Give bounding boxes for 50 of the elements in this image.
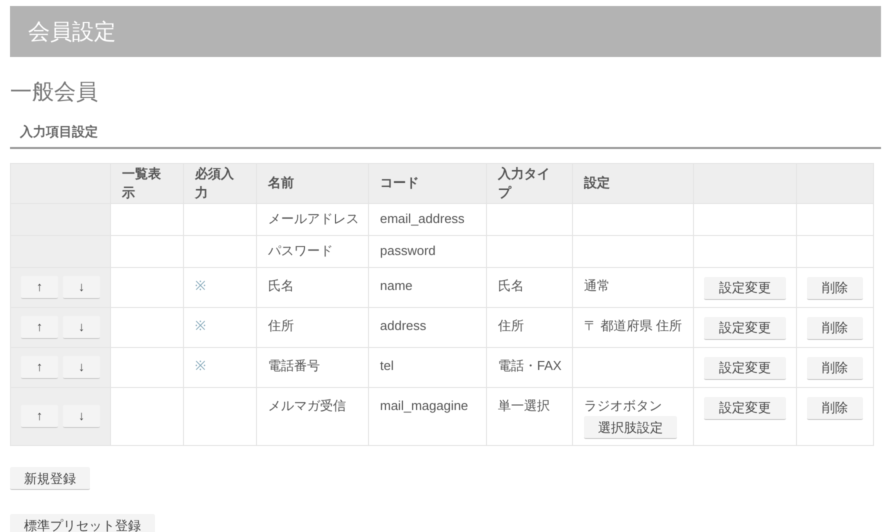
up-arrow-button[interactable]: ↑: [21, 404, 58, 428]
table-cell: password: [380, 243, 436, 258]
edit-settings-button[interactable]: 設定変更: [704, 396, 786, 420]
table-cell-text: 通常: [584, 276, 610, 294]
table-cell-text: ラジオボタン: [584, 396, 662, 414]
delete-button[interactable]: 削除: [807, 276, 863, 300]
table-cell: 住所: [498, 318, 524, 332]
table-cell: mail_magagine: [380, 398, 468, 412]
down-arrow-button[interactable]: ↓: [63, 404, 100, 428]
up-arrow-button[interactable]: ↑: [21, 316, 58, 338]
section-title: 一般会員: [10, 79, 98, 104]
column-header: 名前: [268, 175, 294, 190]
table-cell: 住所: [268, 318, 294, 332]
table-cell: name: [380, 278, 413, 292]
subsection-title: 入力項目設定: [20, 124, 98, 139]
column-header: 入力タイプ: [498, 166, 550, 200]
choice-settings-button[interactable]: 選択肢設定: [584, 416, 677, 439]
table-cell: メールアドレス: [268, 211, 359, 226]
column-header: コード: [380, 175, 419, 190]
new-register-button[interactable]: 新規登録: [10, 467, 90, 490]
down-arrow-button[interactable]: ↓: [63, 316, 100, 338]
required-mark: ※: [195, 358, 206, 372]
up-arrow-button[interactable]: ↑: [21, 276, 58, 298]
table-cell: 氏名: [268, 278, 294, 292]
table-cell-text: 〒 都道府県 住所: [584, 316, 682, 334]
preset-register-button[interactable]: 標準プリセット登録: [10, 514, 155, 532]
column-header: 一覧表示: [122, 166, 161, 200]
down-arrow-button[interactable]: ↓: [63, 356, 100, 378]
edit-settings-button[interactable]: 設定変更: [704, 316, 786, 340]
down-arrow-button[interactable]: ↓: [63, 276, 100, 298]
column-header: 必須入力: [195, 166, 234, 200]
table-cell: メルマガ受信: [268, 398, 346, 412]
delete-button[interactable]: 削除: [807, 316, 863, 340]
table-cell: email_address: [380, 211, 465, 226]
table-cell: パスワード: [268, 243, 333, 258]
required-mark: ※: [195, 318, 206, 332]
table-cell: 氏名: [498, 278, 524, 292]
table-cell: 電話・FAX: [498, 358, 562, 372]
page-title: 会員設定: [28, 18, 116, 46]
table-cell: 単一選択: [498, 398, 550, 412]
table-cell: 電話番号: [268, 358, 320, 372]
column-header: 設定: [584, 175, 610, 190]
edit-settings-button[interactable]: 設定変更: [704, 276, 786, 300]
table-cell: tel: [380, 358, 394, 372]
up-arrow-button[interactable]: ↑: [21, 356, 58, 378]
delete-button[interactable]: 削除: [807, 356, 863, 380]
delete-button[interactable]: 削除: [807, 396, 863, 420]
required-mark: ※: [195, 278, 206, 292]
edit-settings-button[interactable]: 設定変更: [704, 356, 786, 380]
table-cell: address: [380, 318, 426, 332]
